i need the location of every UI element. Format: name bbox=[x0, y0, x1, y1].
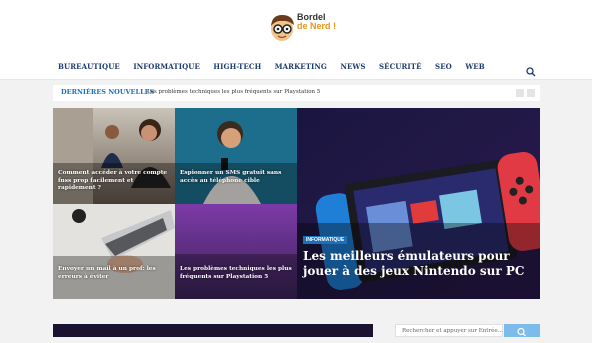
site-header: Bordel de Nerd ! BUREAUTIQUE INFORMATIQU… bbox=[0, 0, 592, 80]
featured-post-1[interactable]: Comment accéder à votre compte fnss prop… bbox=[53, 108, 175, 204]
nav-item-securite[interactable]: SÉCURITÉ bbox=[379, 60, 422, 74]
featured-post-3[interactable]: Envoyer un mail à un prof: les erreurs à… bbox=[53, 204, 175, 299]
nav-item-high-tech[interactable]: HIGH-TECH bbox=[213, 60, 261, 74]
nav-item-web[interactable]: WEB bbox=[465, 60, 484, 74]
category-badge[interactable]: INFORMATIQUE bbox=[303, 236, 348, 244]
featured-post-2-title[interactable]: Espionner un SMS gratuit sans accès au t… bbox=[180, 170, 292, 185]
main-nav: BUREAUTIQUE INFORMATIQUE HIGH-TECH MARKE… bbox=[58, 60, 498, 74]
laptop-typing-image bbox=[53, 204, 175, 299]
featured-grid: Comment accéder à votre compte fnss prop… bbox=[53, 108, 540, 299]
nav-item-marketing[interactable]: MARKETING bbox=[275, 60, 327, 74]
playstation-image bbox=[175, 204, 297, 299]
ticker-prev-arrow-icon[interactable] bbox=[516, 89, 524, 97]
featured-post-main[interactable]: INFORMATIQUE Les meilleurs émulateurs po… bbox=[297, 108, 540, 299]
nav-item-informatique[interactable]: INFORMATIQUE bbox=[133, 60, 200, 74]
search-icon bbox=[517, 327, 526, 337]
ticker-next-arrow-icon[interactable] bbox=[527, 89, 535, 97]
logo-text: Bordel de Nerd ! bbox=[297, 13, 336, 31]
featured-post-4[interactable]: Les problèmes techniques les plus fréque… bbox=[175, 204, 297, 299]
nav-item-seo[interactable]: SEO bbox=[435, 60, 452, 74]
sidebar-search-placeholder: Rechercher et appuyer sur Entrée... bbox=[402, 328, 503, 334]
nav-divider bbox=[0, 79, 592, 80]
nav-item-news[interactable]: NEWS bbox=[340, 60, 365, 74]
article-thumbnail[interactable] bbox=[53, 324, 373, 337]
sidebar-search-input[interactable]: Rechercher et appuyer sur Entrée... bbox=[395, 324, 503, 337]
featured-post-2[interactable]: Espionner un SMS gratuit sans accès au t… bbox=[175, 108, 297, 204]
nav-item-bureautique[interactable]: BUREAUTIQUE bbox=[58, 60, 120, 74]
sidebar-search-button[interactable] bbox=[504, 324, 540, 337]
ticker-label: DERNIÈRES NOUVELLES bbox=[61, 88, 155, 96]
logo-line-2: de Nerd ! bbox=[297, 21, 337, 31]
ticker-headline[interactable]: Les problèmes techniques les plus fréque… bbox=[147, 89, 320, 95]
man-phone-image bbox=[175, 108, 297, 204]
featured-post-4-title[interactable]: Les problèmes techniques les plus fréque… bbox=[180, 266, 292, 281]
featured-post-3-title[interactable]: Envoyer un mail à un prof: les erreurs à… bbox=[58, 266, 170, 281]
search-icon[interactable] bbox=[526, 62, 536, 77]
featured-post-1-title[interactable]: Comment accéder à votre compte fnss prop… bbox=[58, 170, 170, 193]
featured-post-main-title[interactable]: Les meilleurs émulateurs pour jouer à de… bbox=[303, 249, 539, 279]
news-ticker: DERNIÈRES NOUVELLES Les problèmes techni… bbox=[53, 85, 540, 101]
nerd-mascot-icon bbox=[271, 15, 294, 41]
